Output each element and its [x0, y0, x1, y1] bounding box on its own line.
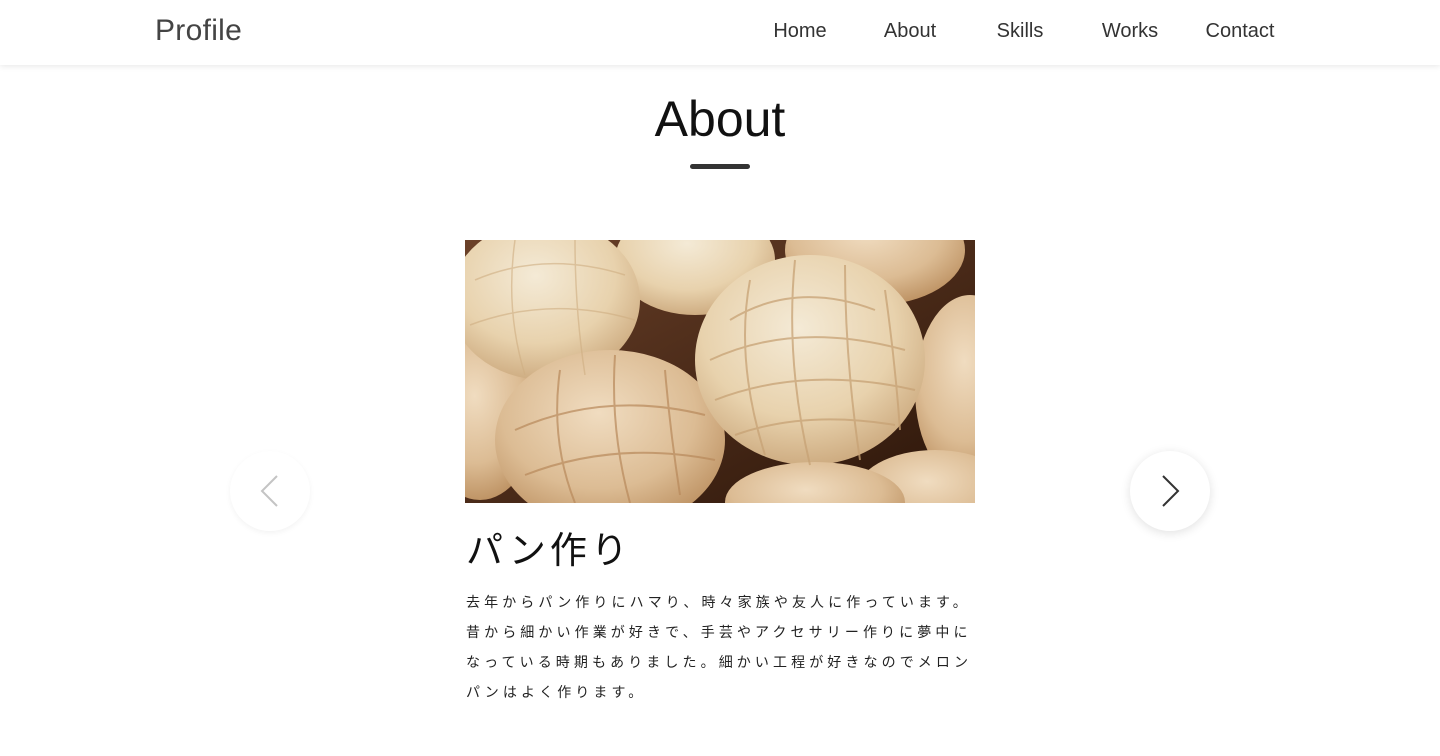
slide-title: パン作り: [466, 529, 632, 572]
chevron-right-icon: [1162, 475, 1180, 507]
nav-home[interactable]: Home: [745, 20, 855, 43]
section-title: About: [654, 91, 786, 147]
slide-text-line: パンはよく作ります。: [466, 685, 647, 701]
slide-description: 去年からパン作りにハマり、時々家族や友人に作っています。 昔から細かい作業が好き…: [466, 588, 978, 708]
site-header: Profile Home About Skills Works Contact: [0, 0, 1440, 65]
nav-skills[interactable]: Skills: [965, 20, 1075, 43]
main-nav: Home About Skills Works Contact: [0, 20, 1440, 46]
carousel-next-button[interactable]: [1130, 451, 1210, 531]
carousel-prev-button[interactable]: [230, 451, 310, 531]
chevron-left-icon: [260, 475, 278, 507]
nav-contact[interactable]: Contact: [1185, 20, 1295, 43]
nav-works[interactable]: Works: [1075, 20, 1185, 43]
slide-image: [465, 240, 975, 503]
nav-about[interactable]: About: [855, 20, 965, 43]
slide-text-line: 去年からパン作りにハマり、時々家族や友人に作っています。: [466, 595, 971, 611]
title-underline: [690, 164, 750, 169]
slide-text-line: 昔から細かい作業が好きで、手芸やアクセサリー作りに夢中に: [466, 625, 972, 641]
slide-text-line: なっている時期もありました。細かい工程が好きなのでメロン: [466, 655, 973, 671]
